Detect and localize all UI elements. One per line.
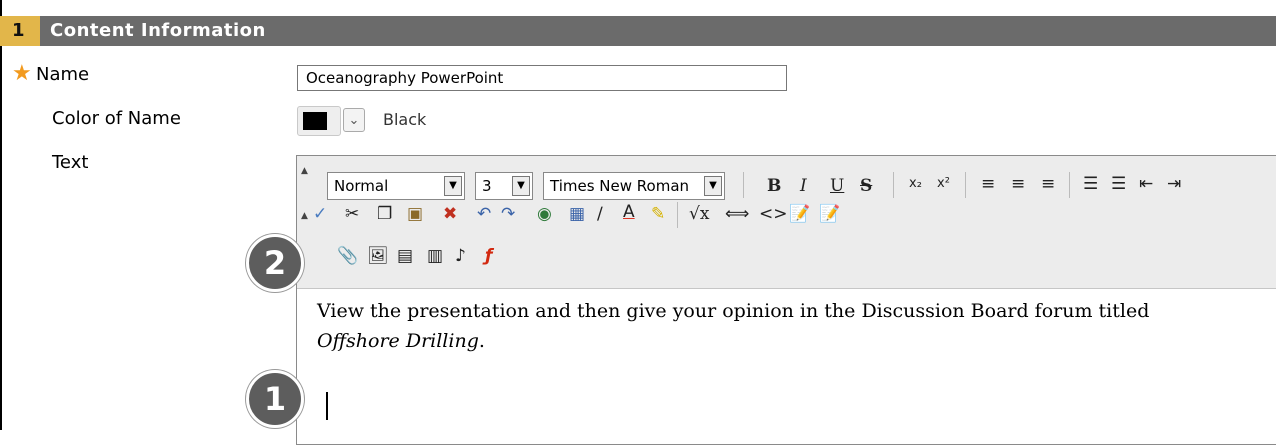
align-center-icon[interactable]: ≡ — [1011, 174, 1025, 194]
size-select[interactable]: 3 ▼ — [475, 172, 533, 200]
highlight-icon[interactable]: ✎ — [651, 204, 665, 224]
format-select[interactable]: Normal ▼ — [327, 172, 465, 200]
bold-button[interactable]: B — [767, 176, 781, 196]
content-text: View the presentation and then give your… — [317, 300, 1150, 322]
font-select-value: Times New Roman — [550, 177, 690, 195]
color-of-name-label: Color of Name — [52, 108, 181, 129]
section-header: 1 Content Information — [0, 16, 1276, 46]
toolbar-divider — [743, 172, 744, 198]
attach-file-icon[interactable]: 📎 — [337, 246, 358, 266]
chevron-down-icon: ▼ — [512, 176, 530, 196]
spellcheck-icon[interactable]: ✓ — [313, 204, 327, 224]
font-color-icon[interactable]: A — [623, 202, 635, 222]
callout-badge-1: 1 — [246, 370, 304, 428]
bulleted-list-icon[interactable]: ☰ — [1111, 174, 1126, 194]
color-swatch — [303, 112, 327, 130]
toolbar-divider — [1069, 172, 1070, 198]
mashup-icon[interactable]: 📝 — [819, 204, 840, 224]
underline-button[interactable]: U — [830, 176, 844, 196]
chevron-down-icon[interactable]: ⌄ — [343, 108, 365, 132]
toolbar-divider — [677, 202, 678, 228]
clear-formatting-icon[interactable]: ✖ — [443, 204, 457, 224]
insert-image-icon[interactable]: 🖼 — [367, 246, 389, 266]
html-code-icon[interactable]: <> — [759, 204, 788, 224]
color-picker[interactable] — [297, 106, 341, 136]
outdent-icon[interactable]: ⇤ — [1139, 174, 1153, 194]
link-icon[interactable]: ◉ — [537, 204, 552, 224]
subscript-icon[interactable]: x₂ — [909, 174, 922, 194]
name-label: Name — [36, 64, 90, 85]
math-icon[interactable]: √x — [689, 204, 709, 224]
text-cursor — [326, 392, 328, 420]
font-select[interactable]: Times New Roman ▼ — [543, 172, 725, 200]
pen-icon[interactable]: ∕ — [597, 204, 603, 224]
indent-icon[interactable]: ⇥ — [1167, 174, 1181, 194]
copy-icon[interactable]: ❐ — [377, 204, 392, 224]
redo-icon[interactable]: ↷ — [501, 204, 515, 224]
align-left-icon[interactable]: ≡ — [981, 174, 995, 194]
section-title: Content Information — [50, 20, 266, 41]
color-value: Black — [383, 110, 427, 129]
required-star-icon: ★ — [12, 61, 32, 86]
name-input[interactable] — [297, 65, 787, 91]
preview-icon[interactable]: 📝 — [789, 204, 810, 224]
text-editor[interactable]: ▲ Normal ▼ 3 ▼ Times New Roman ▼ B I U S… — [296, 155, 1276, 445]
toolbar-divider — [965, 172, 966, 198]
strikethrough-button[interactable]: S — [860, 176, 872, 196]
size-select-value: 3 — [482, 177, 492, 195]
superscript-icon[interactable]: x² — [937, 174, 950, 194]
embed-icon[interactable]: ⟺ — [725, 204, 749, 224]
insert-video-icon[interactable]: ▥ — [427, 246, 443, 266]
undo-icon[interactable]: ↶ — [477, 204, 491, 224]
editor-toolbar: ▲ Normal ▼ 3 ▼ Times New Roman ▼ B I U S… — [297, 156, 1276, 289]
content-italic-text: Offshore Drilling — [317, 330, 479, 352]
text-label: Text — [52, 152, 89, 173]
content-period: . — [478, 330, 485, 352]
editor-content[interactable]: View the presentation and then give your… — [317, 296, 1276, 356]
paste-icon[interactable]: ▣ — [407, 204, 423, 224]
cut-icon[interactable]: ✂ — [345, 204, 359, 224]
chevron-down-icon: ▼ — [704, 176, 722, 196]
align-right-icon[interactable]: ≡ — [1041, 174, 1055, 194]
insert-media-icon[interactable]: ▤ — [397, 246, 413, 266]
toolbar-divider — [893, 172, 894, 198]
collapse-icon[interactable]: ▲ — [301, 211, 308, 221]
table-icon[interactable]: ▦ — [569, 204, 585, 224]
format-select-value: Normal — [334, 177, 389, 195]
insert-audio-icon[interactable]: ♪ — [455, 246, 466, 266]
callout-badge-2: 2 — [246, 234, 304, 292]
italic-button[interactable]: I — [800, 176, 807, 196]
numbered-list-icon[interactable]: ☰ — [1083, 174, 1098, 194]
insert-flash-icon[interactable]: ƒ — [485, 246, 492, 266]
collapse-icon[interactable]: ▲ — [301, 166, 308, 176]
chevron-down-icon: ▼ — [444, 176, 462, 196]
step-number: 1 — [0, 16, 40, 46]
